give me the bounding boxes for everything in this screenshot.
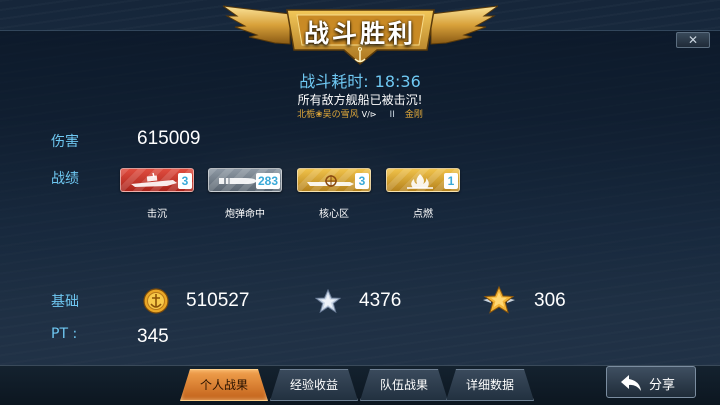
silver-star-value: 4376 [359, 290, 402, 311]
base-label: 基础 [51, 294, 79, 310]
share-arrow-icon [621, 375, 641, 391]
badge-citadel[interactable]: 3 [297, 168, 371, 192]
badge-shell-hits-count: 283 [255, 173, 280, 189]
citadel-icon [307, 175, 354, 187]
share-button[interactable]: 分享 [606, 366, 696, 398]
tab-detailed-data[interactable]: 详细数据 [446, 369, 534, 401]
pt-value: 345 [137, 326, 169, 347]
badge-fire-count: 1 [444, 173, 458, 189]
gold-star-value: 306 [534, 290, 566, 311]
badge-sunk[interactable]: 3 [120, 168, 194, 192]
coins-value: 510527 [186, 290, 250, 311]
pt-label: PT : [51, 326, 78, 342]
damage-value: 615009 [137, 128, 201, 149]
battle-duration: 战斗耗时: 18:36 [0, 68, 720, 92]
sunk-ship-icon [131, 172, 177, 187]
badge-citadel-count: 3 [355, 173, 369, 189]
tab-detailed-data-label: 详细数据 [465, 378, 514, 392]
share-button-label: 分享 [649, 378, 676, 393]
shell-icon [219, 178, 257, 184]
ship-separator: II [389, 110, 395, 120]
tab-team-results[interactable]: 队伍战果 [360, 369, 448, 401]
tab-personal-results-label: 个人战果 [199, 378, 248, 392]
tab-team-results-label: 队伍战果 [379, 378, 428, 392]
badge-citadel-label: 核心区 [319, 209, 349, 220]
ship-matchup: 北栀❀吴の雪风 V/⊳ II 金刚 [0, 107, 720, 120]
victory-title: 战斗胜利 [303, 19, 416, 48]
badge-sunk-count: 3 [178, 173, 192, 189]
badge-fire-label: 点燃 [413, 209, 433, 220]
tab-exp-rewards-label: 经验收益 [289, 378, 338, 392]
badge-sunk-label: 击沉 [147, 209, 167, 220]
battle-result-text: 所有敌方舰船已被击沉! [297, 93, 423, 107]
badge-shell-hits-label: 炮弹命中 [225, 209, 265, 220]
battle-duration-label: 战斗耗时: [299, 72, 369, 91]
enemy-ship-name: 金刚 [404, 110, 423, 120]
tab-exp-rewards[interactable]: 经验收益 [270, 369, 358, 401]
player-ship-name: 北栀❀吴の雪风 [297, 110, 359, 120]
gold-star-icon [483, 286, 515, 314]
badge-shell-hits[interactable]: 283 [208, 168, 282, 192]
coin-icon [143, 288, 169, 314]
close-button[interactable]: ✕ [676, 32, 710, 48]
close-icon: ✕ [687, 33, 699, 47]
vs-mark: V/⊳ [361, 110, 377, 119]
tab-personal-results[interactable]: 个人战果 [180, 369, 268, 401]
record-label: 战绩 [51, 171, 79, 187]
silver-star-icon [315, 289, 341, 313]
fire-icon [407, 174, 433, 189]
badge-fire[interactable]: 1 [386, 168, 460, 192]
damage-label: 伤害 [51, 134, 79, 150]
battle-duration-value: 18:36 [374, 72, 421, 91]
